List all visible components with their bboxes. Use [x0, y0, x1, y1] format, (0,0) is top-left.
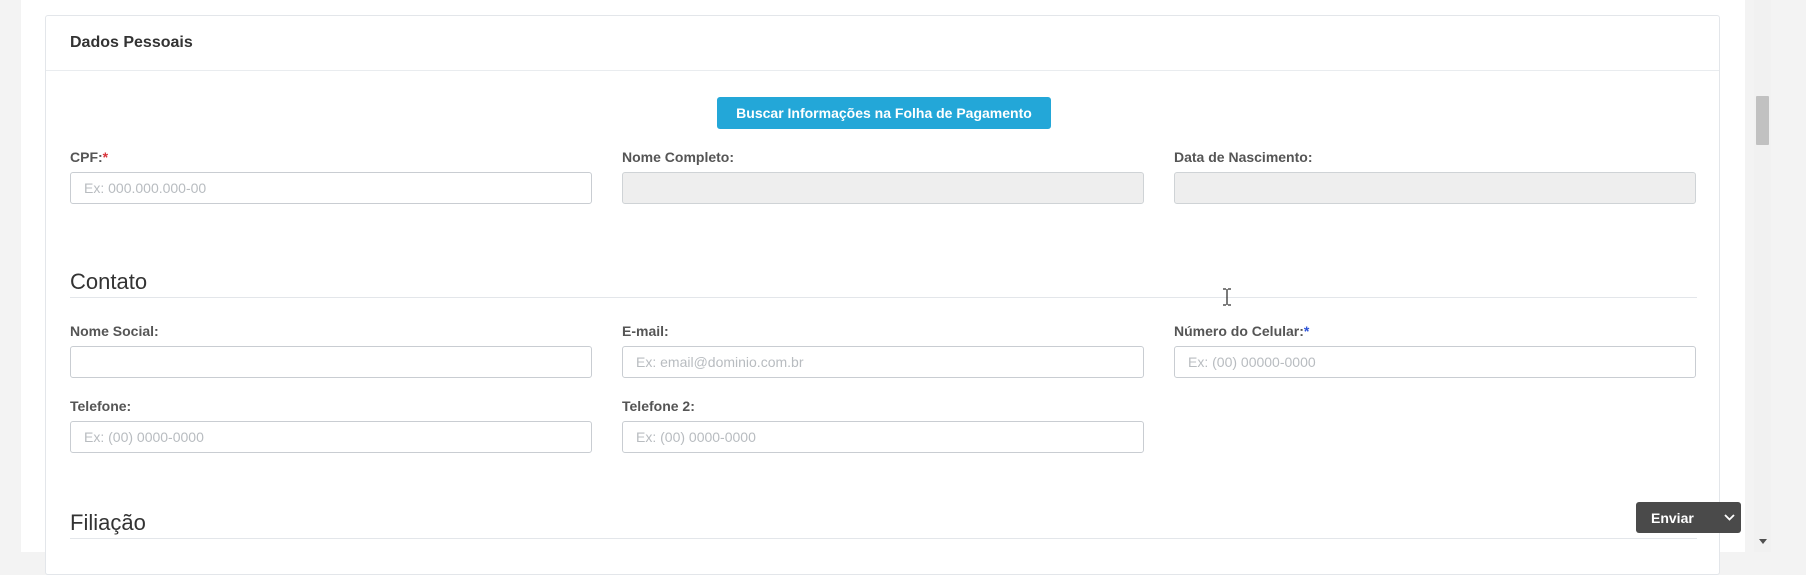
- cpf-required-mark: *: [102, 149, 109, 165]
- send-button-label: Enviar: [1651, 509, 1694, 526]
- social-name-input[interactable]: [70, 346, 592, 378]
- cpf-input[interactable]: [70, 172, 592, 204]
- contact-section-title: Contato: [70, 269, 148, 294]
- mobile-input[interactable]: [1174, 346, 1696, 378]
- filiation-section-title: Filiação: [70, 510, 146, 535]
- full-name-input: [622, 172, 1144, 204]
- full-name-label: Nome Completo:: [622, 149, 734, 165]
- filiation-section-rule: [70, 538, 1697, 539]
- contact-section-rule: [70, 297, 1697, 298]
- scroll-down-button[interactable]: [1754, 533, 1771, 550]
- scrollbar-thumb[interactable]: [1756, 96, 1769, 145]
- mobile-label: Número do Celular:*: [1174, 323, 1309, 339]
- send-button[interactable]: Enviar: [1636, 502, 1741, 533]
- fetch-payroll-button[interactable]: Buscar Informações na Folha de Pagamento: [717, 97, 1051, 129]
- personal-data-panel: Dados Pessoais Buscar Informações na Fol…: [45, 15, 1720, 575]
- cpf-label-text: CPF:: [70, 149, 103, 165]
- birth-date-label: Data de Nascimento:: [1174, 149, 1313, 165]
- phone2-input[interactable]: [622, 421, 1144, 453]
- email-input[interactable]: [622, 346, 1144, 378]
- scrollbar-track[interactable]: [1754, 0, 1771, 552]
- panel-divider: [46, 70, 1719, 71]
- mobile-required-mark: *: [1303, 323, 1310, 339]
- email-label: E-mail:: [622, 323, 669, 339]
- phone-label: Telefone:: [70, 398, 132, 414]
- birth-date-input: [1174, 172, 1696, 204]
- chevron-down-icon: [1724, 514, 1735, 521]
- phone2-label: Telefone 2:: [622, 398, 695, 414]
- mobile-label-text: Número do Celular:: [1174, 323, 1304, 339]
- text-cursor-icon: [1223, 288, 1231, 306]
- arrow-down-icon: [1758, 539, 1767, 544]
- send-options-toggle[interactable]: [1718, 502, 1741, 533]
- social-name-label: Nome Social:: [70, 323, 159, 339]
- phone-input[interactable]: [70, 421, 592, 453]
- cpf-label: CPF:*: [70, 149, 108, 165]
- panel-title: Dados Pessoais: [70, 34, 193, 51]
